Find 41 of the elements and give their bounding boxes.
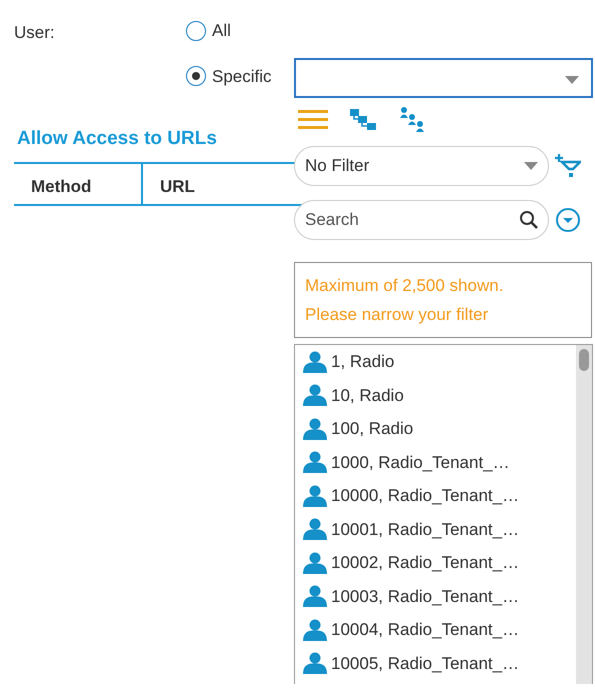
user-list-item[interactable]: 1000, Radio_Tenant_… — [295, 446, 577, 479]
caret-icon — [524, 162, 538, 170]
user-list-item[interactable]: 1, Radio — [295, 345, 577, 378]
user-select[interactable] — [294, 58, 593, 98]
user-list-item[interactable]: 10002, Radio_Tenant_… — [295, 546, 577, 580]
radio-icon[interactable] — [186, 20, 206, 41]
search-icon — [519, 210, 539, 230]
scrollbar[interactable] — [576, 345, 592, 684]
user-list-item[interactable]: 10003, Radio_Tenant_… — [295, 580, 577, 613]
user-icon — [303, 384, 327, 406]
section-title: Allow Access to URLs — [17, 127, 218, 151]
user-icon — [303, 350, 327, 373]
group-view-icon[interactable] — [400, 106, 426, 132]
caret-icon — [565, 76, 579, 84]
user-icon — [303, 652, 327, 674]
user-icon — [303, 552, 327, 574]
user-icon — [303, 451, 327, 474]
user-list-item[interactable]: 10001, Radio_Tenant_… — [295, 512, 577, 546]
radio-option[interactable]: All — [186, 18, 272, 44]
scroll-thumb[interactable] — [579, 349, 589, 371]
user-icon — [303, 585, 327, 608]
warning-message: Maximum of 2,500 shown. Please narrow your filter — [294, 262, 592, 338]
search-field[interactable]: Search — [294, 200, 549, 240]
column-header: Method — [14, 164, 143, 204]
user-list-item[interactable]: 10004, Radio_Tenant_… — [295, 613, 577, 646]
radio-icon[interactable] — [186, 66, 206, 86]
expand-icon[interactable] — [555, 207, 581, 233]
tree-view-icon[interactable] — [350, 106, 378, 132]
add-filter-icon[interactable] — [555, 153, 581, 179]
filter-select[interactable]: No Filter — [294, 146, 549, 186]
user-list-item[interactable]: 10, Radio — [295, 378, 577, 412]
user-icon — [303, 484, 327, 507]
user-list-item[interactable]: 10005, Radio_Tenant_… — [295, 646, 577, 680]
radio-option[interactable]: Specific — [186, 64, 272, 89]
user-icon — [303, 618, 327, 641]
user-icon — [303, 418, 327, 440]
user-label: User: — [14, 22, 56, 44]
user-list-item[interactable]: 100, Radio — [295, 412, 577, 446]
column-header: URL — [159, 176, 195, 198]
user-icon — [303, 518, 327, 540]
user-list-item[interactable]: 10000, Radio_Tenant_… — [295, 479, 577, 512]
